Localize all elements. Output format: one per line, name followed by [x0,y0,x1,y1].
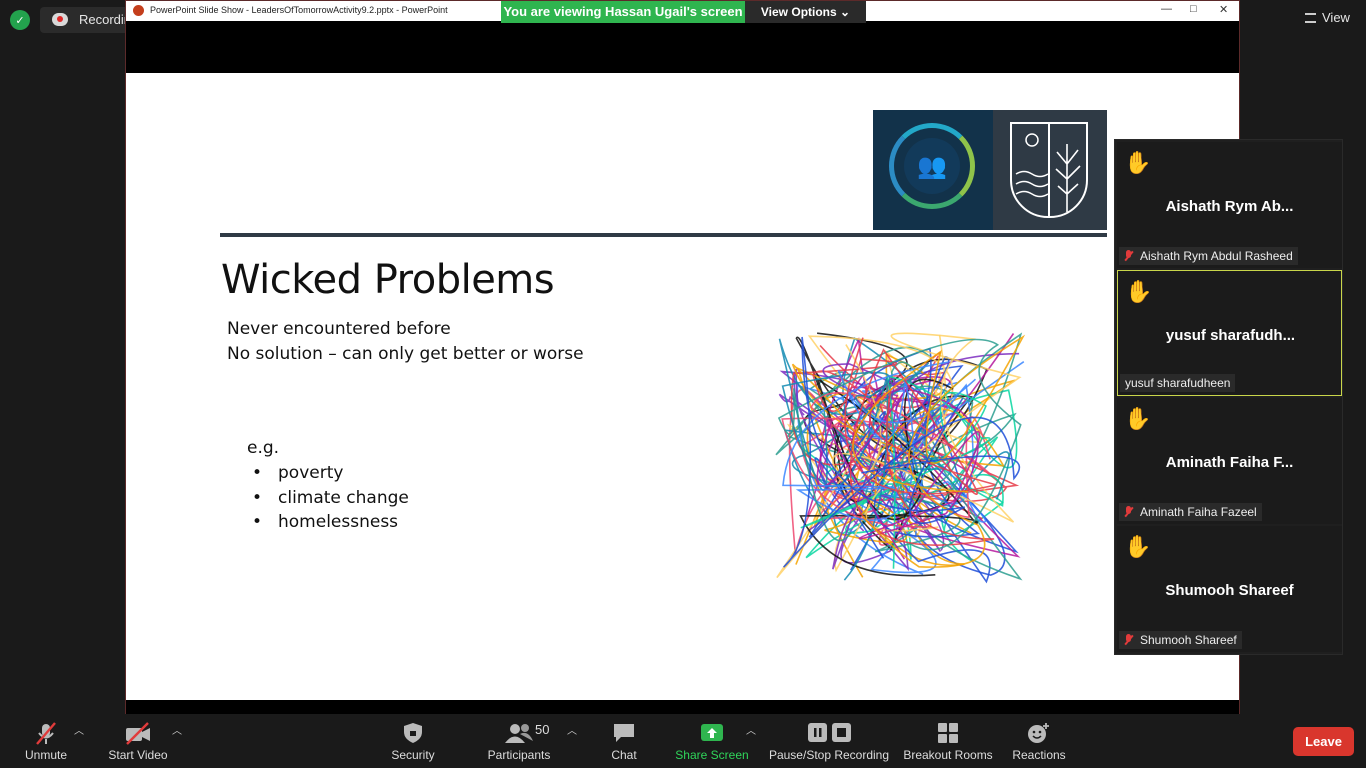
bullet-item: • poverty [252,463,343,483]
start-video-button[interactable]: Start Video [104,722,172,762]
pause-stop-icons [768,722,890,744]
unmute-button[interactable]: Unmute [18,722,74,762]
bullet-item: • climate change [252,488,409,508]
start-video-label: Start Video [108,748,168,762]
leave-button[interactable]: Leave [1293,727,1354,756]
video-off-icon [104,722,172,745]
participant-display-name: Shumooh Shareef [1165,582,1294,599]
share-screen-icon [674,722,750,744]
shared-screen: PowerPoint Slide Show - LeadersOfTomorro… [125,0,1240,715]
muted-microphone-icon [18,722,74,745]
participant-name: yusuf sharafudheen [1125,376,1231,390]
participant-name-label: Aishath Rym Abdul Rasheed [1119,247,1298,265]
view-options-label: View Options [760,5,837,19]
recording-dot-icon [57,16,63,22]
viewing-screen-banner: You are viewing Hassan Ugail's screen [501,1,745,23]
maximize-icon: □ [1190,3,1197,15]
logo-ring: 👥 [889,123,975,209]
participant-name-label: Shumooh Shareef [1119,631,1242,649]
breakout-rooms-label: Breakout Rooms [903,748,993,762]
participants-video-panel: ✋ Aishath Rym Ab... Aishath Rym Abdul Ra… [1114,139,1343,655]
meeting-controls-toolbar: Unmute ︿ Start Video ︿ Security Particip… [0,714,1366,768]
minimize-icon: — [1161,3,1172,15]
participants-options-chevron-icon[interactable]: ︿ [567,722,577,737]
powerpoint-icon [133,5,144,16]
window-title: PowerPoint Slide Show - LeadersOfTomorro… [150,5,448,15]
bullet-icon: • [252,512,263,532]
community-logo: 👥 [873,110,993,230]
participant-name: Shumooh Shareef [1140,633,1237,647]
slide-line-1: Never encountered before [227,319,451,339]
view-grid-icon [1305,13,1316,23]
presentation-slide: 👥 Wicked Problems Never encountered befo… [126,73,1239,700]
slide-line-2: No solution – can only get better or wor… [227,344,584,364]
muted-mic-icon [1124,634,1133,646]
participant-tile[interactable]: ✋ Aminath Faiha F... Aminath Faiha Fazee… [1117,398,1342,524]
participant-tile[interactable]: ✋ yusuf sharafudh... yusuf sharafudheen [1117,270,1342,396]
raised-hand-icon: ✋ [1125,279,1153,304]
slide-title: Wicked Problems [221,257,555,303]
crest-emblem-icon [1015,124,1081,216]
bullet-item: • homelessness [252,512,398,532]
participant-name-label: yusuf sharafudheen [1120,374,1236,392]
bullet-text: climate change [278,488,409,508]
participant-name: Aminath Faiha Fazeel [1140,505,1257,519]
raised-hand-icon: ✋ [1124,406,1152,431]
slide-divider [220,233,1107,237]
participant-name-label: Aminath Faiha Fazeel [1119,503,1262,521]
participant-tile[interactable]: ✋ Aishath Rym Ab... Aishath Rym Abdul Ra… [1117,142,1342,268]
view-label: View [1322,10,1350,25]
security-button[interactable]: Security [388,722,438,762]
share-screen-label: Share Screen [675,748,749,762]
share-options-chevron-icon[interactable]: ︿ [746,722,756,737]
unmute-label: Unmute [24,748,68,762]
security-label: Security [391,748,435,762]
reactions-button[interactable]: Reactions [1011,722,1067,762]
audio-options-chevron-icon[interactable]: ︿ [74,722,84,737]
pause-stop-recording-label: Pause/Stop Recording [768,748,890,762]
view-options-button[interactable]: View Options ⌄ [745,1,866,23]
eg-label: e.g. [247,438,280,458]
participant-display-name: Aishath Rym Ab... [1165,198,1294,215]
smiley-plus-icon [1011,722,1067,744]
raised-hand-icon: ✋ [1124,150,1152,175]
share-screen-button[interactable]: Share Screen [674,722,750,762]
breakout-rooms-button[interactable]: Breakout Rooms [902,722,994,762]
crest-logo [1010,122,1088,218]
chevron-down-icon: ⌄ [840,5,851,19]
participant-tile[interactable]: ✋ Shumooh Shareef Shumooh Shareef [1117,526,1342,652]
chat-label: Chat [611,748,637,762]
raised-hand-icon: ✋ [1124,534,1152,559]
participant-name: Aishath Rym Abdul Rasheed [1140,249,1293,263]
chat-bubble-icon [604,722,644,744]
chat-button[interactable]: Chat [604,722,644,762]
breakout-rooms-icon [902,722,994,744]
video-options-chevron-icon[interactable]: ︿ [172,722,182,737]
participants-label: Participants [487,748,551,762]
participant-display-name: yusuf sharafudh... [1165,327,1296,344]
participants-count-badge: 50 [535,722,550,737]
reactions-label: Reactions [1012,748,1066,762]
tangled-scribble-image [775,332,1026,584]
shield-icon [388,722,438,744]
bullet-icon: • [252,463,263,483]
people-group-icon: 👥 [904,138,960,194]
bullet-text: homelessness [278,512,399,532]
organization-logos: 👥 [873,110,1107,230]
muted-mic-icon [1124,250,1133,262]
pause-stop-recording-button[interactable]: Pause/Stop Recording [768,722,890,762]
muted-mic-icon [1124,506,1133,518]
view-button[interactable]: View [1305,10,1350,25]
bullet-icon: • [252,488,263,508]
participant-display-name: Aminath Faiha F... [1165,454,1294,471]
encryption-shield-icon[interactable]: ✓ [10,10,30,30]
close-icon: ✕ [1219,4,1229,16]
bullet-text: poverty [278,463,344,483]
